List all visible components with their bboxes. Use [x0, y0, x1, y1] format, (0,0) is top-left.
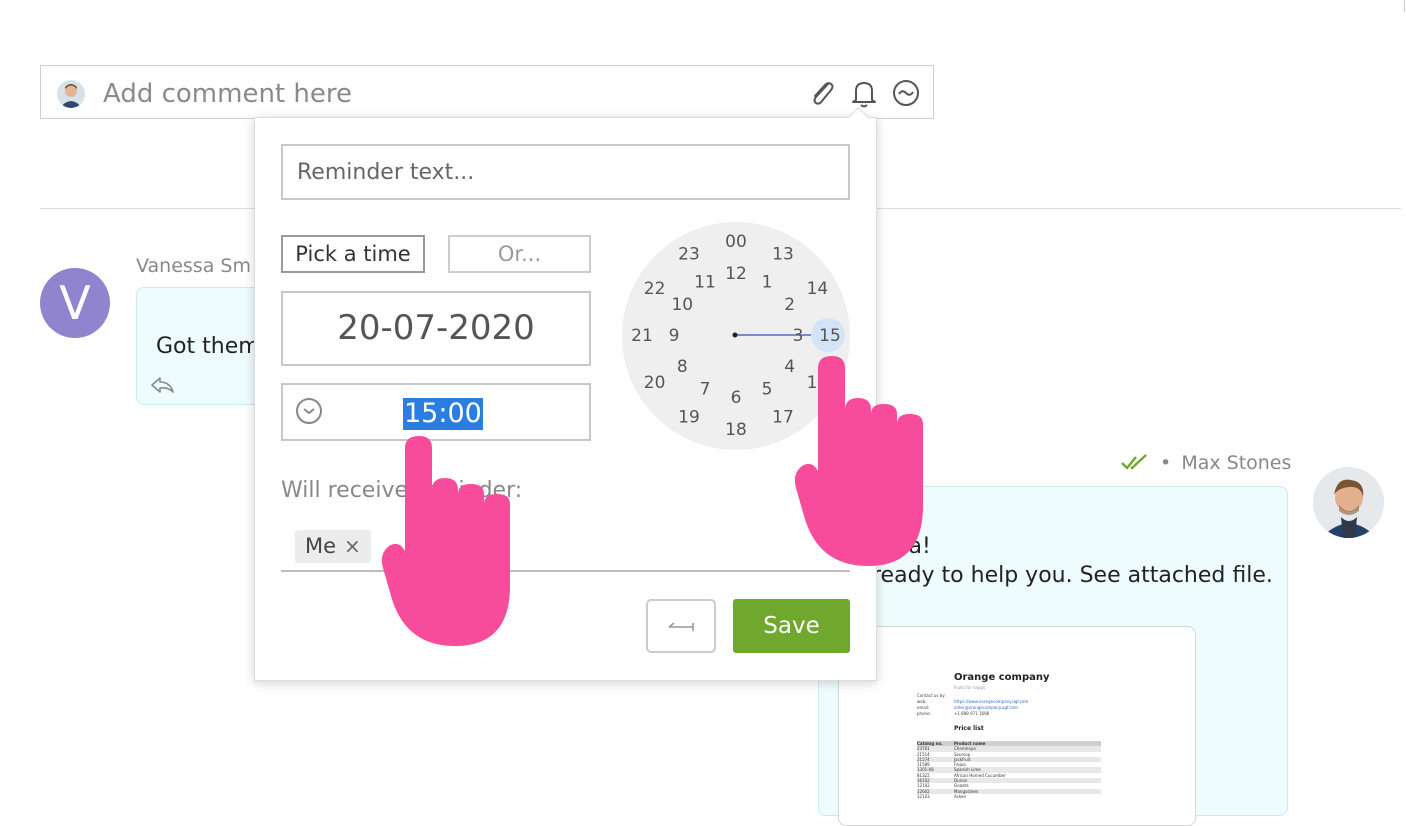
attachment-tagline: Fruits for happy: [954, 685, 986, 690]
vanessa-author-name: Vanessa Sm: [136, 255, 251, 277]
clock-number-20[interactable]: 20: [644, 373, 666, 393]
attachment-company: Orange company: [954, 672, 1050, 683]
table-cell: Ackee: [954, 793, 966, 799]
reply-icon[interactable]: [150, 374, 176, 396]
pointer-hand-icon: [788, 356, 948, 575]
clock-number-00[interactable]: 00: [725, 232, 747, 252]
attachment-price-table: Catalog no. Product name 23701 Cherimoya …: [917, 741, 1101, 799]
time-value-selected[interactable]: 15:00: [403, 398, 483, 430]
table-cell: 12103: [917, 793, 930, 799]
contact-label: phone:: [917, 711, 931, 716]
date-field[interactable]: 20-07-2020: [281, 291, 591, 366]
clock-number-2[interactable]: 2: [784, 295, 795, 315]
clock-icon: [295, 397, 323, 425]
clock-number-13[interactable]: 13: [772, 245, 794, 265]
attachment-price-list-title: Price list: [954, 725, 984, 732]
clock-number-12[interactable]: 12: [725, 264, 747, 284]
user-avatar: [57, 80, 85, 108]
save-button[interactable]: Save: [733, 599, 850, 653]
contact-value: +1 888 971 1698: [954, 711, 990, 716]
clock-number-22[interactable]: 22: [644, 279, 666, 299]
clock-number-8[interactable]: 8: [677, 357, 688, 377]
attachment-preview[interactable]: Orange company Fruits for happy Contact …: [838, 626, 1196, 826]
max-message-meta: • Max Stones: [1120, 452, 1291, 478]
clock-number-7[interactable]: 7: [700, 380, 711, 400]
back-button[interactable]: [646, 599, 716, 653]
attachment-contact-values: https://www.orangecompany.ugf.com order@…: [954, 699, 1028, 717]
pointer-hand-icon: [375, 436, 535, 655]
clock-number-1[interactable]: 1: [762, 272, 773, 292]
clock-number-6[interactable]: 6: [731, 388, 742, 408]
clock-center: [732, 332, 738, 338]
vanessa-message-text: Got them: [156, 334, 260, 359]
clock-number-18[interactable]: 18: [725, 420, 747, 440]
receiver-chip-label: Me: [305, 534, 337, 558]
or-option-button[interactable]: Or...: [448, 235, 591, 273]
remove-receiver-button[interactable]: ×: [344, 534, 361, 558]
clock-number-3[interactable]: 3: [793, 326, 804, 346]
window-edge: [1404, 0, 1405, 12]
clock-number-5[interactable]: 5: [762, 380, 773, 400]
clock-number-21[interactable]: 21: [631, 326, 653, 346]
read-check-icon: [1121, 454, 1147, 470]
emoji-icon[interactable]: [890, 76, 922, 110]
back-arrow-icon: [668, 622, 694, 631]
receivers-field-underline: [281, 570, 850, 572]
comment-input[interactable]: [103, 76, 783, 112]
bell-icon[interactable]: [848, 76, 880, 110]
clock-number-19[interactable]: 19: [678, 407, 700, 427]
receiver-chip: Me ×: [295, 530, 371, 563]
reminder-text-input[interactable]: [281, 144, 850, 200]
table-row: 12103 Ackee: [917, 794, 1101, 799]
clock-number-23[interactable]: 23: [678, 245, 700, 265]
clock-number-14[interactable]: 14: [807, 279, 829, 299]
vanessa-avatar: V: [40, 268, 110, 338]
paperclip-icon[interactable]: [806, 76, 838, 110]
pick-time-button[interactable]: Pick a time: [281, 235, 425, 273]
clock-number-10[interactable]: 10: [671, 295, 693, 315]
meta-separator: •: [1160, 452, 1172, 474]
clock-number-9[interactable]: 9: [669, 326, 680, 346]
max-avatar: [1313, 467, 1384, 538]
attachment-contact-labels: Contact us by: web: email: phone:: [917, 693, 946, 717]
max-author-name: Max Stones: [1181, 452, 1292, 474]
clock-number-15[interactable]: 15: [819, 326, 841, 346]
clock-number-11[interactable]: 11: [694, 272, 716, 292]
